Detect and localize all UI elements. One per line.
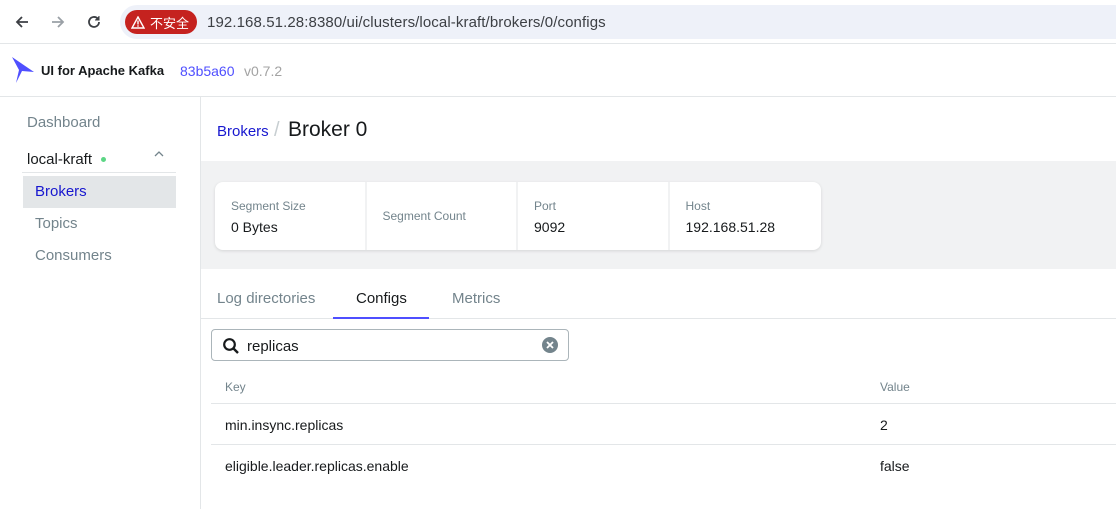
active-tab-indicator bbox=[333, 317, 429, 319]
stat-segment-count: Segment Count bbox=[367, 182, 518, 250]
sidebar: Dashboard local-kraft Brokers Topics Con… bbox=[0, 97, 201, 509]
arrow-right-icon bbox=[52, 16, 65, 28]
version-label: v0.7.2 bbox=[244, 63, 283, 79]
forward-button[interactable] bbox=[46, 10, 70, 34]
stat-label: Host bbox=[685, 199, 711, 213]
sidebar-item-brokers[interactable]: Brokers bbox=[23, 176, 176, 208]
config-key: min.insync.replicas bbox=[225, 417, 344, 433]
table-row: min.insync.replicas 2 bbox=[211, 404, 1116, 445]
url-text[interactable]: 192.168.51.28:8380/ui/clusters/local-kra… bbox=[207, 14, 606, 31]
reload-icon bbox=[88, 16, 100, 28]
security-label: 不安全 bbox=[150, 15, 190, 31]
config-search[interactable] bbox=[211, 329, 569, 361]
stat-value: 9092 bbox=[534, 219, 566, 235]
config-value[interactable]: false bbox=[880, 458, 910, 474]
tab-log-directories[interactable]: Log directories bbox=[217, 290, 315, 307]
column-header-key[interactable]: Key bbox=[225, 380, 246, 394]
cluster-toggle[interactable]: local-kraft bbox=[22, 137, 176, 173]
security-badge[interactable]: 不安全 bbox=[125, 10, 198, 34]
kafka-logo-icon[interactable] bbox=[10, 56, 36, 89]
tab-metrics[interactable]: Metrics bbox=[452, 290, 500, 307]
config-value[interactable]: 2 bbox=[880, 417, 888, 433]
search-icon bbox=[223, 338, 239, 354]
main-content: Brokers / Broker 0 Segment Size 0 Bytes … bbox=[201, 97, 1116, 509]
stat-label: Port bbox=[534, 199, 557, 213]
arrow-left-icon bbox=[15, 16, 28, 28]
configs-table: Key Value min.insync.replicas 2 eligible… bbox=[211, 369, 1116, 486]
page-title: Broker 0 bbox=[288, 118, 368, 141]
stat-value: 192.168.51.28 bbox=[685, 219, 776, 235]
column-header-value[interactable]: Value bbox=[880, 380, 910, 394]
app-title[interactable]: UI for Apache Kafka bbox=[41, 63, 164, 78]
stat-value: 0 Bytes bbox=[231, 219, 278, 235]
stat-label: Segment Size bbox=[231, 199, 306, 213]
address-bar[interactable]: 不安全 192.168.51.28:8380/ui/clusters/local… bbox=[120, 5, 1116, 39]
stat-label: Segment Count bbox=[382, 209, 466, 223]
config-key: eligible.leader.replicas.enable bbox=[225, 458, 409, 474]
app-header: UI for Apache Kafka 83b5a60 v0.7.2 bbox=[0, 45, 1116, 97]
cluster-name: local-kraft bbox=[27, 151, 93, 168]
stat-host: Host 192.168.51.28 bbox=[670, 182, 822, 250]
broker-stats: Segment Size 0 Bytes Segment Count Port … bbox=[215, 182, 821, 250]
online-status-dot bbox=[101, 157, 106, 162]
breadcrumb-separator: / bbox=[274, 119, 280, 141]
sidebar-item-consumers[interactable]: Consumers bbox=[23, 240, 176, 272]
stat-segment-size: Segment Size 0 Bytes bbox=[215, 182, 367, 250]
table-row: eligible.leader.replicas.enable false bbox=[211, 445, 1116, 486]
browser-toolbar: 不安全 192.168.51.28:8380/ui/clusters/local… bbox=[0, 0, 1116, 44]
table-header: Key Value bbox=[211, 369, 1116, 404]
clear-search-icon[interactable] bbox=[542, 337, 558, 353]
version-hash-link[interactable]: 83b5a60 bbox=[180, 63, 235, 79]
back-button[interactable] bbox=[10, 10, 34, 34]
broker-tabs: Log directories Configs Metrics bbox=[201, 280, 1116, 319]
tab-configs[interactable]: Configs bbox=[356, 290, 407, 307]
warning-icon bbox=[131, 15, 145, 29]
chevron-up-icon bbox=[154, 151, 164, 157]
stats-section: Segment Size 0 Bytes Segment Count Port … bbox=[201, 161, 1116, 269]
sidebar-item-topics[interactable]: Topics bbox=[23, 208, 176, 240]
breadcrumb-brokers-link[interactable]: Brokers bbox=[217, 123, 269, 140]
search-input[interactable] bbox=[247, 336, 537, 356]
sidebar-item-dashboard[interactable]: Dashboard bbox=[27, 114, 100, 131]
reload-button[interactable] bbox=[82, 10, 106, 34]
stat-port: Port 9092 bbox=[518, 182, 670, 250]
